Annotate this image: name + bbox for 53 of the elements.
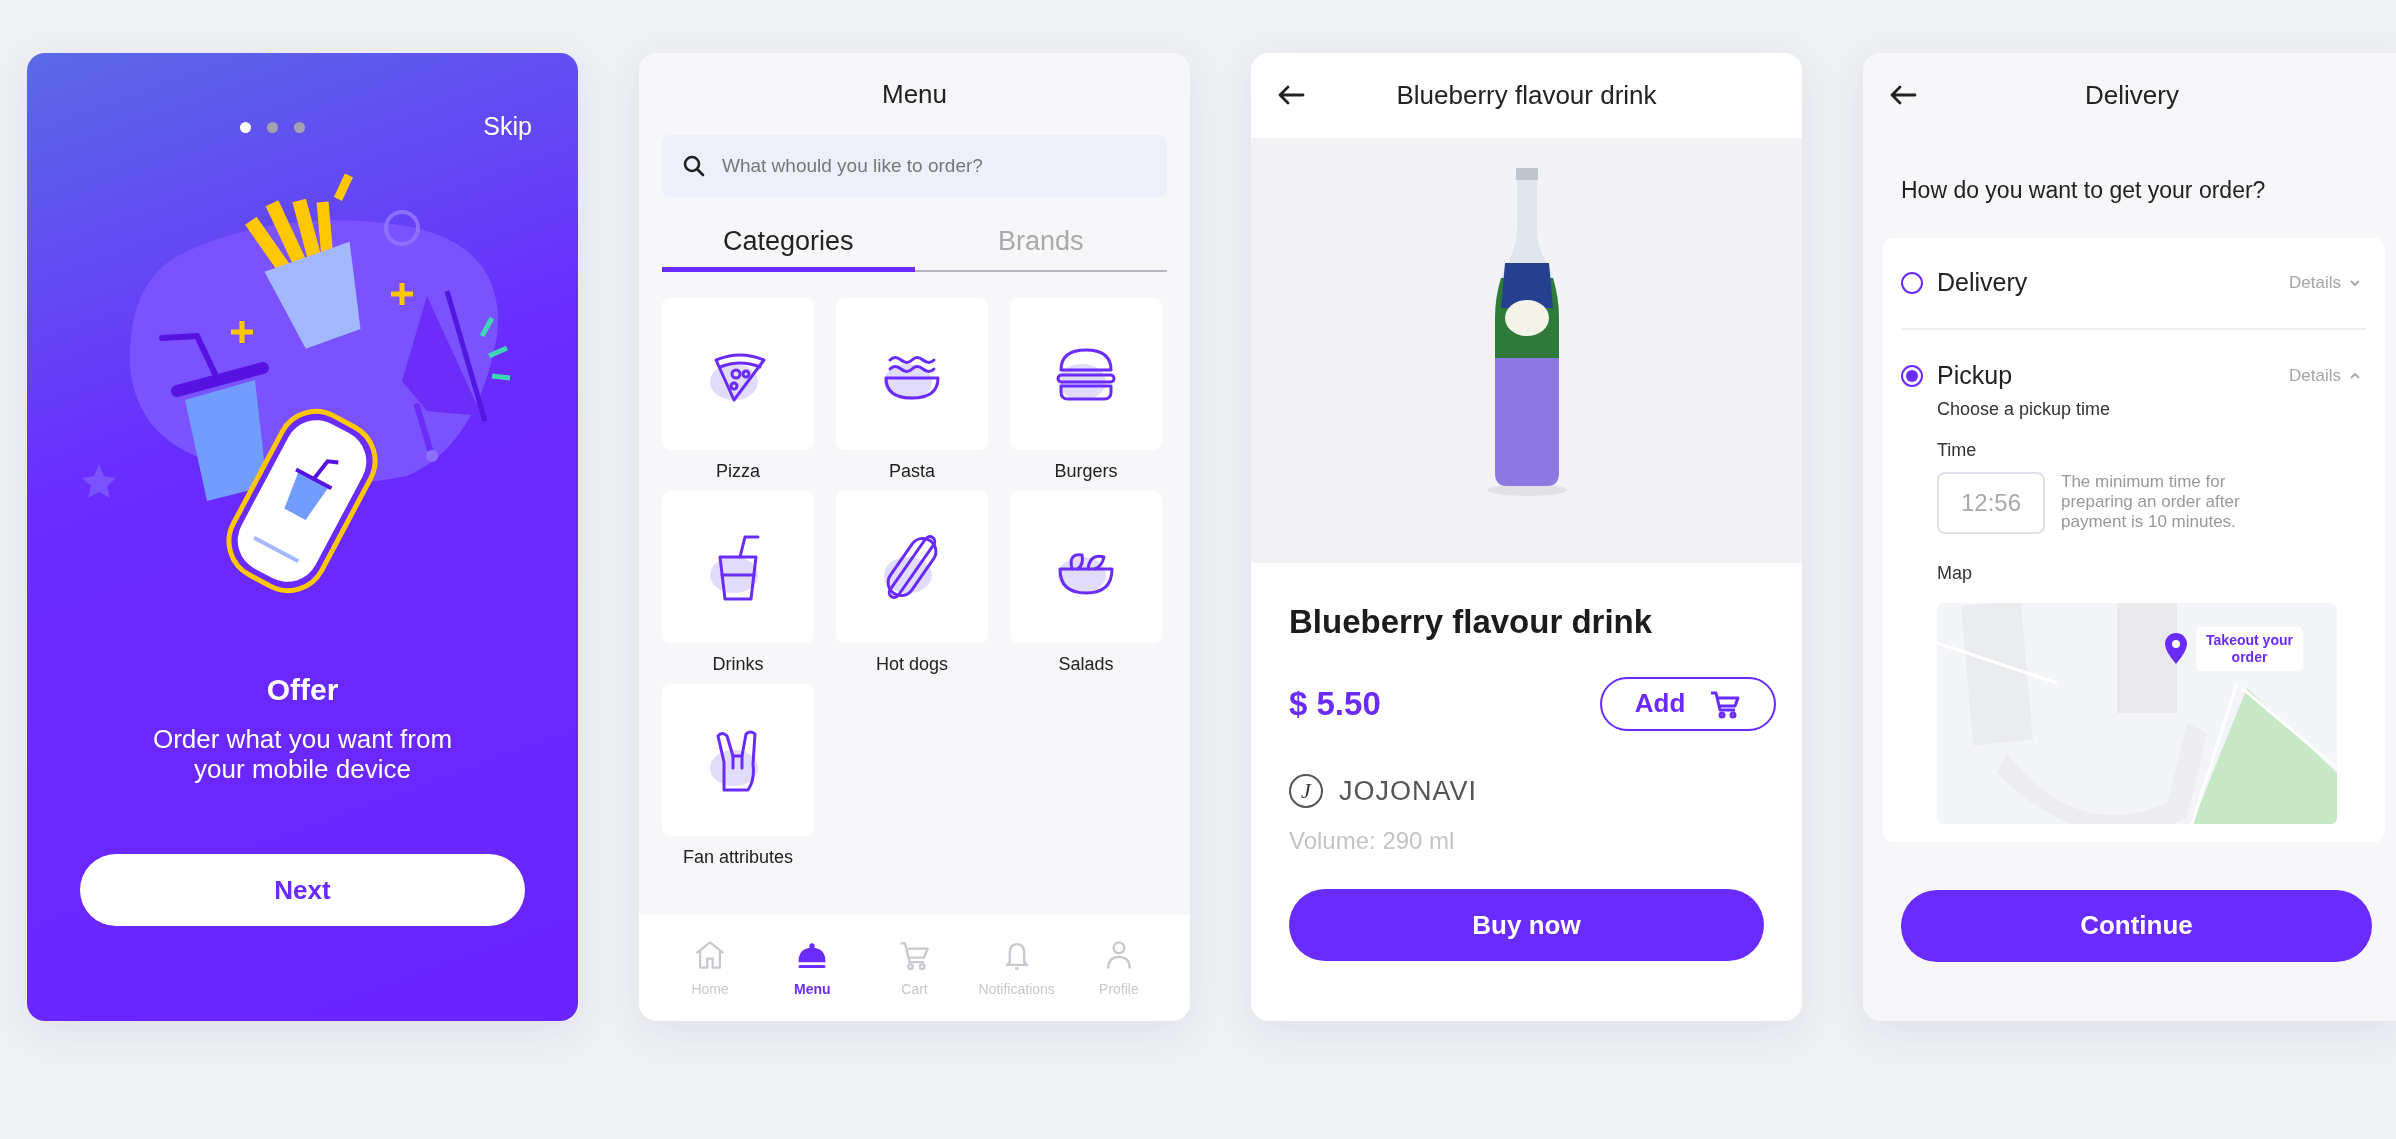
category-label: Pizza (715, 459, 761, 483)
category-label: Pasta (888, 459, 936, 483)
category-label: Salads (1057, 652, 1115, 676)
back-arrow-icon[interactable] (1277, 83, 1305, 107)
details-toggle[interactable]: Details (2283, 268, 2367, 297)
question-text: How do you want to get your order? (1901, 176, 2267, 205)
option-label: Delivery (1937, 266, 2029, 298)
screen-title: Delivery (2085, 79, 2179, 112)
category-label: Fan attributes (681, 845, 795, 869)
category-tile[interactable] (662, 490, 814, 643)
add-to-cart-button[interactable]: Add (1600, 676, 1776, 731)
category-label: Hot dogs (874, 652, 949, 676)
map-label: Map (1937, 561, 1973, 585)
screen-title: Blueberry flavour drink (1396, 79, 1657, 112)
price: $ 5.50 (1289, 683, 1381, 724)
time-label: Time (1937, 438, 1978, 462)
tab[interactable]: Categories (662, 215, 915, 272)
category-tile[interactable] (662, 297, 814, 450)
time-note: The minimum time for preparing an order after payment is 10 minutes. (2061, 471, 2241, 532)
category-tile[interactable] (1010, 490, 1162, 643)
search-icon (682, 154, 706, 178)
screen-title: Menu (881, 77, 947, 111)
onboarding-title: Offer (265, 672, 340, 708)
map-callout: Takeout your order (2196, 626, 2303, 671)
brand-name: JOJONAVI (1339, 774, 1478, 808)
back-arrow-icon[interactable] (1889, 83, 1917, 107)
nav-item[interactable]: Menu (761, 936, 864, 1000)
tab[interactable]: Brands (914, 215, 1167, 272)
radio-button[interactable] (1901, 364, 1923, 387)
onboarding-description: Order what you want from your mobile device (151, 724, 454, 784)
category-tile[interactable] (662, 683, 814, 836)
time-field[interactable]: 12:56 (1937, 471, 2045, 534)
continue-button[interactable]: Continue (1901, 889, 2372, 962)
next-button[interactable]: Next (80, 854, 525, 926)
map-pin-icon[interactable] (2165, 632, 2187, 665)
pickup-heading: Choose a pickup time (1937, 397, 2112, 421)
skip-button[interactable]: Skip (477, 107, 538, 147)
details-toggle[interactable]: Details (2283, 361, 2367, 390)
brand-logo: J (1289, 773, 1323, 808)
page-dot[interactable] (240, 121, 251, 133)
buy-now-button[interactable]: Buy now (1289, 889, 1764, 961)
category-tile[interactable] (836, 297, 988, 450)
category-label: Burgers (1053, 459, 1119, 483)
page-dot[interactable] (294, 121, 305, 133)
product-name: Blueberry flavour drink (1289, 602, 1654, 642)
category-label: Drinks (711, 652, 765, 676)
category-tile[interactable] (1010, 297, 1162, 450)
volume-text: Volume: 290 ml (1289, 826, 1456, 856)
page-dot[interactable] (267, 121, 278, 133)
option-label: Pickup (1937, 359, 2014, 391)
radio-button[interactable] (1901, 271, 1923, 294)
category-tile[interactable] (836, 490, 988, 643)
search-field[interactable]: What whould you like to order? (662, 135, 1167, 197)
